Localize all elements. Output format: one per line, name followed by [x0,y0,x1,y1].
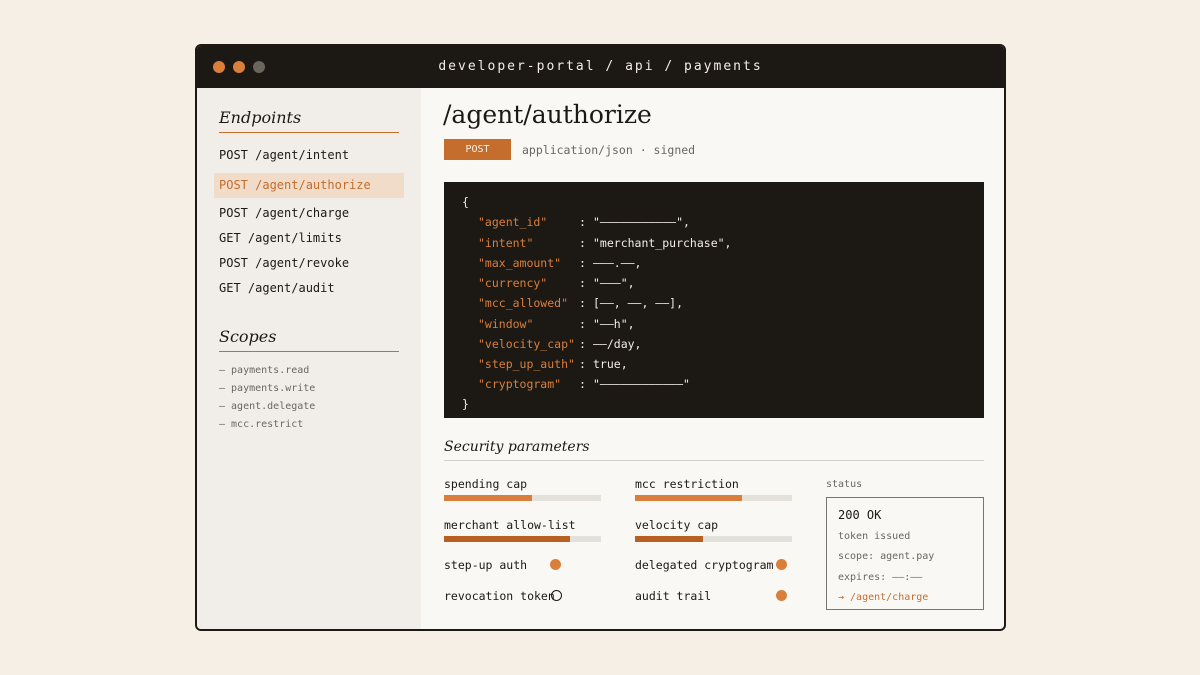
code-value: "———", [593,276,635,290]
next-endpoint-link[interactable]: → /agent/charge [838,592,928,603]
status-expires: expires: ——:—— [838,572,923,583]
code-key: "window" [478,317,534,331]
step-up-auth-label: step-up auth [444,558,528,572]
sidebar-item-limits[interactable]: GET /agent/limits [214,226,404,251]
audit-trail-indicator[interactable] [776,590,787,601]
code-colon: : [579,317,586,331]
spending-cap-bar [444,495,601,501]
method-badge: POST [444,139,511,160]
status-scope: scope: agent.pay [838,551,935,562]
code-key: "cryptogram" [478,377,562,391]
code-key: "agent_id" [478,215,548,229]
code-colon: : [579,357,586,371]
velocity-cap-label: velocity cap [635,518,719,532]
merchant-allow-list-label: merchant allow-list [444,518,576,532]
code-close-brace: } [462,397,469,411]
merchant-allow-list-bar-fill [444,536,570,542]
code-open-brace: { [462,195,469,209]
mcc-restriction-label: mcc restriction [635,477,739,491]
code-colon: : [579,236,586,250]
audit-trail-label: audit trail [635,589,712,603]
security-parameters-heading: Security parameters [444,439,984,461]
status-message: token issued [838,531,911,542]
revocation-token-indicator[interactable] [551,590,562,601]
velocity-cap-bar-fill [635,536,703,542]
step-up-auth-indicator[interactable] [550,559,561,570]
mcc-restriction-bar-fill [635,495,742,501]
status-code: 200 OK [838,508,882,522]
content-type-meta: application/json · signed [522,143,696,157]
scope-item: — agent.delegate [219,401,316,412]
code-key: "intent" [478,236,534,250]
scope-item: — payments.write [219,383,316,394]
request-code-block: { "agent_id" : "———————————", "intent" :… [444,182,984,418]
code-colon: : [579,377,586,391]
spending-cap-bar-fill [444,495,532,501]
scopes-heading: Scopes [219,327,399,352]
sidebar: Endpoints POST /agent/intent POST /agent… [197,88,421,629]
code-value: ——/day, [593,337,642,351]
mcc-restriction-bar [635,495,792,501]
main-panel: /agent/authorize POST application/json ·… [421,88,1004,629]
scope-item: — payments.read [219,365,310,376]
code-value: "———————————", [593,215,690,229]
code-colon: : [579,215,586,229]
spending-cap-label: spending cap [444,477,528,491]
sidebar-item-authorize[interactable]: POST /agent/authorize [214,173,404,198]
delegated-cryptogram-label: delegated cryptogram [635,558,774,572]
title-bar: developer-portal / api / payments [197,46,1004,88]
code-colon: : [579,296,586,310]
endpoints-heading: Endpoints [219,108,399,133]
delegated-cryptogram-indicator[interactable] [776,559,787,570]
status-panel: 200 OK token issued scope: agent.pay exp… [826,497,984,610]
status-label: status [826,479,863,490]
code-colon: : [579,337,586,351]
app-window: developer-portal / api / payments Endpoi… [195,44,1006,631]
code-colon: : [579,276,586,290]
sidebar-item-charge[interactable]: POST /agent/charge [214,201,404,226]
sidebar-item-intent[interactable]: POST /agent/intent [214,143,404,168]
code-key: "velocity_cap" [478,337,575,351]
code-key: "mcc_allowed" [478,296,569,310]
code-value: "——h", [593,317,635,331]
code-key: "step_up_auth" [478,357,575,371]
code-value: "merchant_purchase", [593,236,732,250]
code-colon: : [579,256,586,270]
code-key: "currency" [478,276,548,290]
scope-item: — mcc.restrict [219,419,304,430]
velocity-cap-bar [635,536,792,542]
sidebar-item-revoke[interactable]: POST /agent/revoke [214,251,404,276]
code-value: ———.——, [593,256,642,270]
code-value: [——, ——, ——], [593,296,684,310]
code-key: "max_amount" [478,256,562,270]
code-value: "————————————" [593,377,690,391]
revocation-token-label: revocation token [444,589,555,603]
window-title: developer-portal / api / payments [438,59,763,74]
code-value: true, [593,357,628,371]
page-title: /agent/authorize [443,100,652,129]
merchant-allow-list-bar [444,536,601,542]
sidebar-item-audit[interactable]: GET /agent/audit [214,276,404,301]
